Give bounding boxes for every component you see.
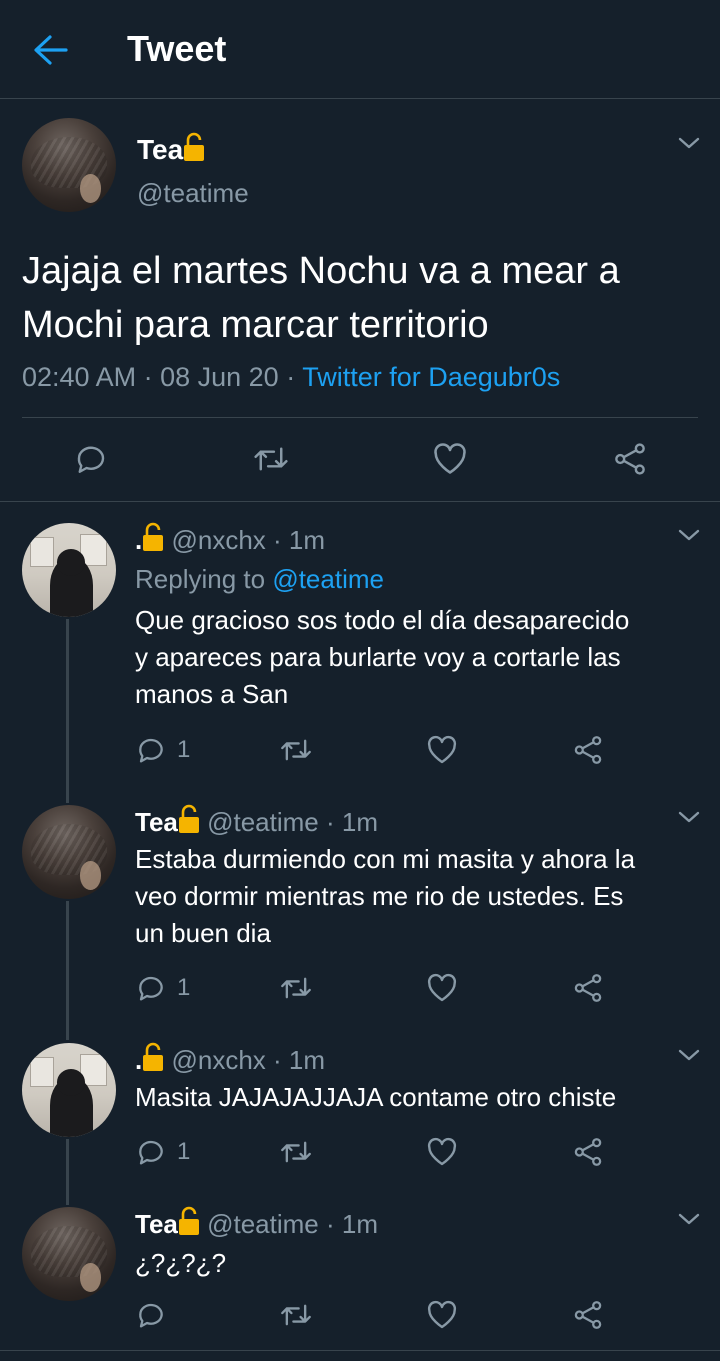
avatar[interactable] xyxy=(22,805,116,899)
reply-time: · 1m xyxy=(273,525,326,555)
author-handle[interactable]: @teatime xyxy=(207,807,319,837)
header-divider xyxy=(0,98,720,99)
author-handle[interactable]: @nxchx xyxy=(171,1045,265,1075)
reply-text-line: Que gracioso sos todo el día desaparecid… xyxy=(135,605,630,635)
reply-count: 1 xyxy=(177,974,191,1001)
reply-header: Tea @teatime · 1m xyxy=(135,1206,378,1243)
tweet-text-line: Jajaja el martes Nochu va a mear a xyxy=(22,250,620,292)
retweet-icon[interactable] xyxy=(279,734,313,766)
author-name: . xyxy=(135,525,143,555)
lock-icon xyxy=(178,804,200,841)
reply-time: · 1m xyxy=(273,1045,326,1075)
retweet-icon[interactable] xyxy=(279,972,313,1004)
author-name: . xyxy=(135,1045,143,1075)
reply-text-line: ¿?¿?¿? xyxy=(135,1248,227,1278)
author-handle[interactable]: @nxchx xyxy=(171,525,265,555)
back-arrow-icon[interactable] xyxy=(30,32,70,68)
reply-icon[interactable] xyxy=(135,1136,167,1168)
separator: · xyxy=(136,362,161,392)
retweet-icon[interactable] xyxy=(279,1299,313,1331)
reply-header: . @nxchx · 1m xyxy=(135,522,325,559)
reply-text-line: Masita JAJAJAJJAJA contame otro chiste xyxy=(135,1082,617,1112)
author-handle[interactable]: @teatime xyxy=(207,1209,319,1239)
tweet-meta: 02:40 AM · 08 Jun 20 · Twitter for Daegu… xyxy=(22,362,560,393)
tweet-date: 08 Jun 20 xyxy=(160,362,279,392)
reply-text: Masita JAJAJAJJAJA contame otro chiste xyxy=(135,1079,616,1116)
like-icon[interactable] xyxy=(426,735,458,765)
bottom-divider xyxy=(0,1350,720,1351)
thread-line xyxy=(66,901,69,1040)
lock-icon xyxy=(183,132,205,169)
reply-text: ¿?¿?¿? xyxy=(135,1245,226,1282)
reply-text-line: y apareces para burlarte voy a cortarle … xyxy=(135,642,621,672)
like-icon[interactable] xyxy=(426,1137,458,1167)
author-name: Tea xyxy=(135,807,178,837)
author-name: Tea xyxy=(137,134,184,165)
replying-to-link[interactable]: @teatime xyxy=(272,564,384,594)
reply-header: Tea @teatime · 1m xyxy=(135,804,378,841)
share-icon[interactable] xyxy=(612,441,648,477)
share-icon[interactable] xyxy=(572,972,604,1004)
reply-time: · 1m xyxy=(326,1209,378,1239)
share-icon[interactable] xyxy=(572,1299,604,1331)
reply-text-line: manos a San xyxy=(135,679,289,709)
author-handle[interactable]: @teatime xyxy=(137,178,249,209)
chevron-down-icon[interactable] xyxy=(678,136,700,150)
page-title: Tweet xyxy=(127,28,227,69)
tweet-text-line: Mochi para marcar territorio xyxy=(22,304,489,346)
reply-header: . @nxchx · 1m xyxy=(135,1042,325,1079)
reply-text-line: Estaba durmiendo con mi masita y ahora l… xyxy=(135,844,636,874)
reply-text: Que gracioso sos todo el día desaparecid… xyxy=(135,602,629,713)
avatar[interactable] xyxy=(22,1207,116,1301)
chevron-down-icon[interactable] xyxy=(678,810,700,824)
meta-divider xyxy=(22,417,698,418)
thread-line xyxy=(66,1139,69,1205)
reply-time: · 1m xyxy=(326,807,378,837)
main-divider xyxy=(0,501,720,502)
separator: · xyxy=(278,362,303,392)
tweet-text: Jajaja el martes Nochu va a mear a Mochi… xyxy=(22,244,620,352)
avatar[interactable] xyxy=(22,1043,116,1137)
share-icon[interactable] xyxy=(572,1136,604,1168)
tweet-time: 02:40 AM xyxy=(22,362,137,392)
reply-count: 1 xyxy=(177,1138,191,1165)
reply-count: 1 xyxy=(177,736,191,763)
avatar[interactable] xyxy=(22,523,116,617)
reply-text-line: un buen dia xyxy=(135,918,271,948)
reply-icon[interactable] xyxy=(73,441,109,477)
reply-text-line: veo dormir mientras me rio de ustedes. E… xyxy=(135,881,624,911)
like-icon[interactable] xyxy=(426,973,458,1003)
lock-icon xyxy=(142,522,164,559)
reply-text: Estaba durmiendo con mi masita y ahora l… xyxy=(135,841,635,952)
tweet-source-link[interactable]: Twitter for Daegubr0s xyxy=(302,362,560,392)
lock-icon xyxy=(142,1042,164,1079)
author-name-row: Tea xyxy=(137,132,205,169)
chevron-down-icon[interactable] xyxy=(678,1048,700,1062)
chevron-down-icon[interactable] xyxy=(678,528,700,542)
chevron-down-icon[interactable] xyxy=(678,1212,700,1226)
avatar[interactable] xyxy=(22,118,116,212)
thread-line xyxy=(66,619,69,803)
share-icon[interactable] xyxy=(572,734,604,766)
like-icon[interactable] xyxy=(432,442,468,476)
retweet-icon[interactable] xyxy=(279,1136,313,1168)
like-icon[interactable] xyxy=(426,1300,458,1330)
retweet-icon[interactable] xyxy=(252,441,290,477)
reply-icon[interactable] xyxy=(135,734,167,766)
reply-icon[interactable] xyxy=(135,972,167,1004)
replying-to: Replying to @teatime xyxy=(135,564,384,595)
lock-icon xyxy=(178,1206,200,1243)
reply-icon[interactable] xyxy=(135,1299,167,1331)
replying-prefix: Replying to xyxy=(135,564,273,594)
author-name: Tea xyxy=(135,1209,178,1239)
